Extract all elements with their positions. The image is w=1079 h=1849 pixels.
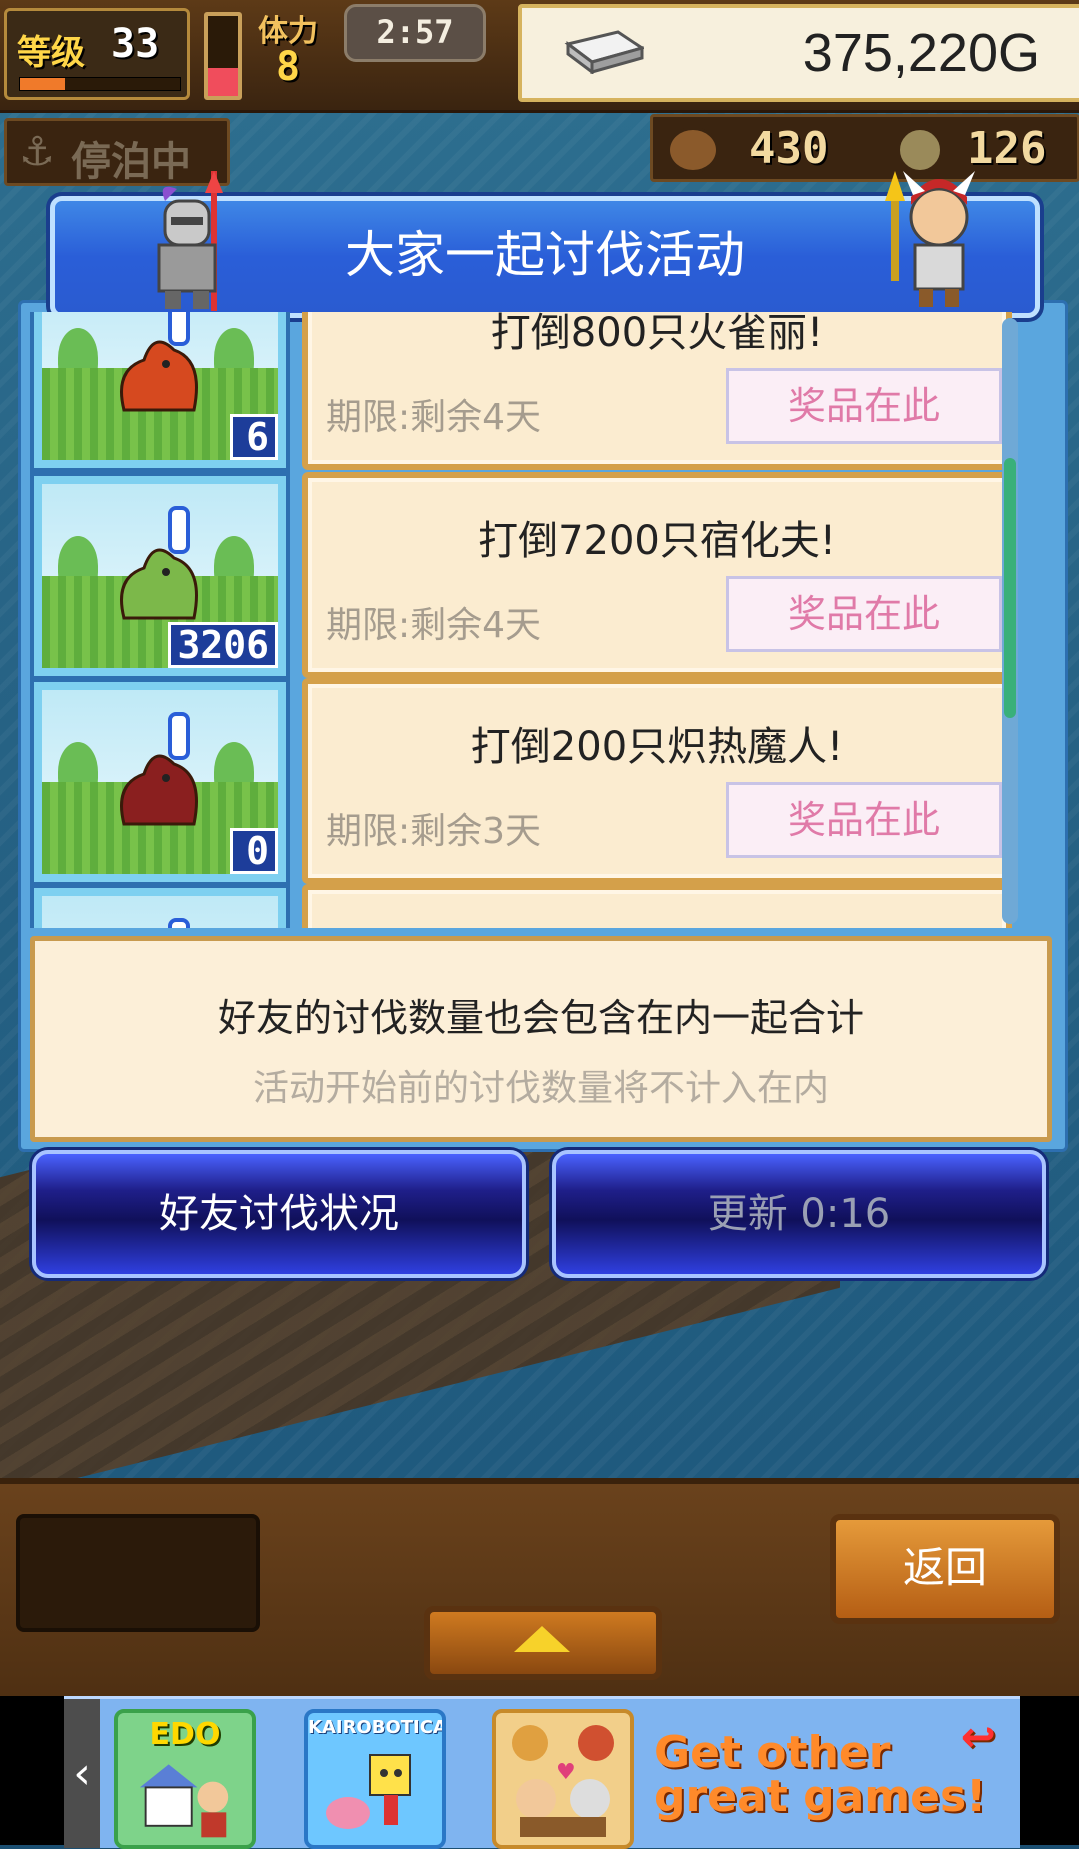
quest-row[interactable]: 6 打倒800只火雀丽! 期限:剩余4天 奖品在此: [30, 312, 1020, 472]
quest-row[interactable]: 0 打倒200只炽热魔人! 期限:剩余3天 奖品在此: [30, 678, 1020, 886]
quest-limit: 期限:剩余3天: [326, 811, 542, 852]
food-icon: [667, 127, 719, 173]
xp-fill: [20, 78, 65, 90]
silver-ingot-icon: [564, 30, 644, 74]
hero-sprite-icon: [885, 171, 975, 307]
edo-town-icon: [139, 1764, 229, 1838]
top-hud: 等级 33 体力 8 2:57 375,220G: [0, 0, 1079, 113]
robot-icon: [326, 1754, 411, 1829]
exclamation-icon: [168, 312, 190, 346]
quest-row[interactable]: [30, 884, 1020, 928]
quest-row[interactable]: 3206 打倒7200只宿化夫! 期限:剩余4天 奖品在此: [30, 472, 1020, 680]
prize-button[interactable]: 奖品在此: [726, 368, 1002, 444]
ad-tile-kairobotica[interactable]: KAIROBOTICA: [304, 1709, 446, 1849]
ad-tile-restaurant[interactable]: ♥: [492, 1709, 634, 1849]
svg-text:♥: ♥: [556, 1760, 576, 1785]
restaurant-icon: ♥: [512, 1725, 614, 1837]
bottom-slot: [16, 1514, 260, 1632]
monster-card: 0: [30, 678, 290, 886]
ad-prev-arrow-icon[interactable]: ‹: [64, 1699, 100, 1848]
gold-amount: 375,220G: [802, 23, 1040, 83]
ad-promo-line2: great games!: [654, 1771, 987, 1822]
defeat-count: 3206: [168, 622, 278, 668]
defeat-count: 0: [230, 828, 278, 874]
exclamation-icon: [168, 712, 190, 760]
ad-tile-edo[interactable]: EDO: [114, 1709, 256, 1849]
quest-title: 打倒7200只宿化夫!: [478, 518, 836, 564]
quest-card: 打倒200只炽热魔人! 期限:剩余3天 奖品在此: [302, 678, 1012, 884]
clock: 2:57: [344, 4, 486, 62]
gold-panel: 375,220G: [518, 4, 1079, 102]
level-value: 33: [111, 21, 160, 67]
quest-title: 打倒200只炽热魔人!: [470, 724, 844, 770]
exclamation-icon: [168, 918, 190, 928]
ad-promo[interactable]: Get other great games! ↩: [654, 1709, 1010, 1839]
monster-card: 3206: [30, 472, 290, 680]
up-arrow-icon: [514, 1626, 570, 1652]
quest-title: 打倒800只火雀丽!: [490, 312, 824, 356]
defeat-count: 6: [230, 414, 278, 460]
friends-status-button[interactable]: 好友讨伐状况: [32, 1150, 526, 1278]
exclamation-icon: [168, 506, 190, 554]
xp-bar: [19, 77, 181, 91]
level-box: 等级 33: [4, 8, 190, 100]
scroll-thumb[interactable]: [1004, 458, 1016, 718]
food-amount: 430: [749, 123, 829, 174]
ad-banner[interactable]: ‹ EDO KAIROBOTICA ♥ Get other great game…: [64, 1696, 1020, 1849]
bottom-bar: 返回: [0, 1478, 1079, 1704]
return-arrow-icon: ↩: [960, 1712, 996, 1761]
prize-button[interactable]: 奖品在此: [726, 576, 1002, 652]
ad-tile-edo-label: EDO: [149, 1717, 221, 1752]
monster-sprite-icon: [120, 754, 198, 826]
notice-box: 好友的讨伐数量也会包含在内一起合计 活动开始前的讨伐数量将不计入在内: [30, 936, 1052, 1142]
stamina-gauge: [204, 12, 242, 100]
monster-card: 6: [30, 312, 290, 472]
quest-card: [302, 884, 1012, 928]
expand-menu-button[interactable]: [424, 1606, 662, 1680]
stamina-fill: [208, 68, 238, 96]
prize-button[interactable]: 奖品在此: [726, 782, 1002, 858]
notice-sub-text: 活动开始前的讨伐数量将不计入在内: [252, 1068, 829, 1109]
quest-card: 打倒800只火雀丽! 期限:剩余4天 奖品在此: [302, 312, 1012, 470]
monster-sprite-icon: [120, 340, 198, 412]
anchor-icon: ⚓: [19, 129, 55, 175]
monster-sky: [42, 896, 278, 928]
dialog-header: 大家一起讨伐活动: [50, 171, 1040, 318]
resources-box: 430 126: [650, 114, 1079, 182]
quest-list[interactable]: 6 打倒800只火雀丽! 期限:剩余4天 奖品在此 3206 打倒7200只宿化…: [30, 312, 1020, 928]
quest-list-scrollbar[interactable]: [1002, 318, 1018, 924]
ad-tile-kairobotica-label: KAIROBOTICA: [308, 1717, 446, 1738]
notice-main-text: 好友的讨伐数量也会包含在内一起合计: [217, 996, 864, 1040]
monster-card: [30, 884, 290, 928]
ad-promo-line1: Get other: [654, 1727, 891, 1778]
back-button[interactable]: 返回: [830, 1514, 1060, 1624]
stamina-value: 8: [276, 44, 301, 90]
quest-limit: 期限:剩余4天: [326, 397, 542, 438]
level-label: 等级: [17, 33, 85, 73]
quest-limit: 期限:剩余4天: [326, 605, 542, 646]
refresh-button[interactable]: 更新 0:16: [552, 1150, 1046, 1278]
quest-card: 打倒7200只宿化夫! 期限:剩余4天 奖品在此: [302, 472, 1012, 678]
